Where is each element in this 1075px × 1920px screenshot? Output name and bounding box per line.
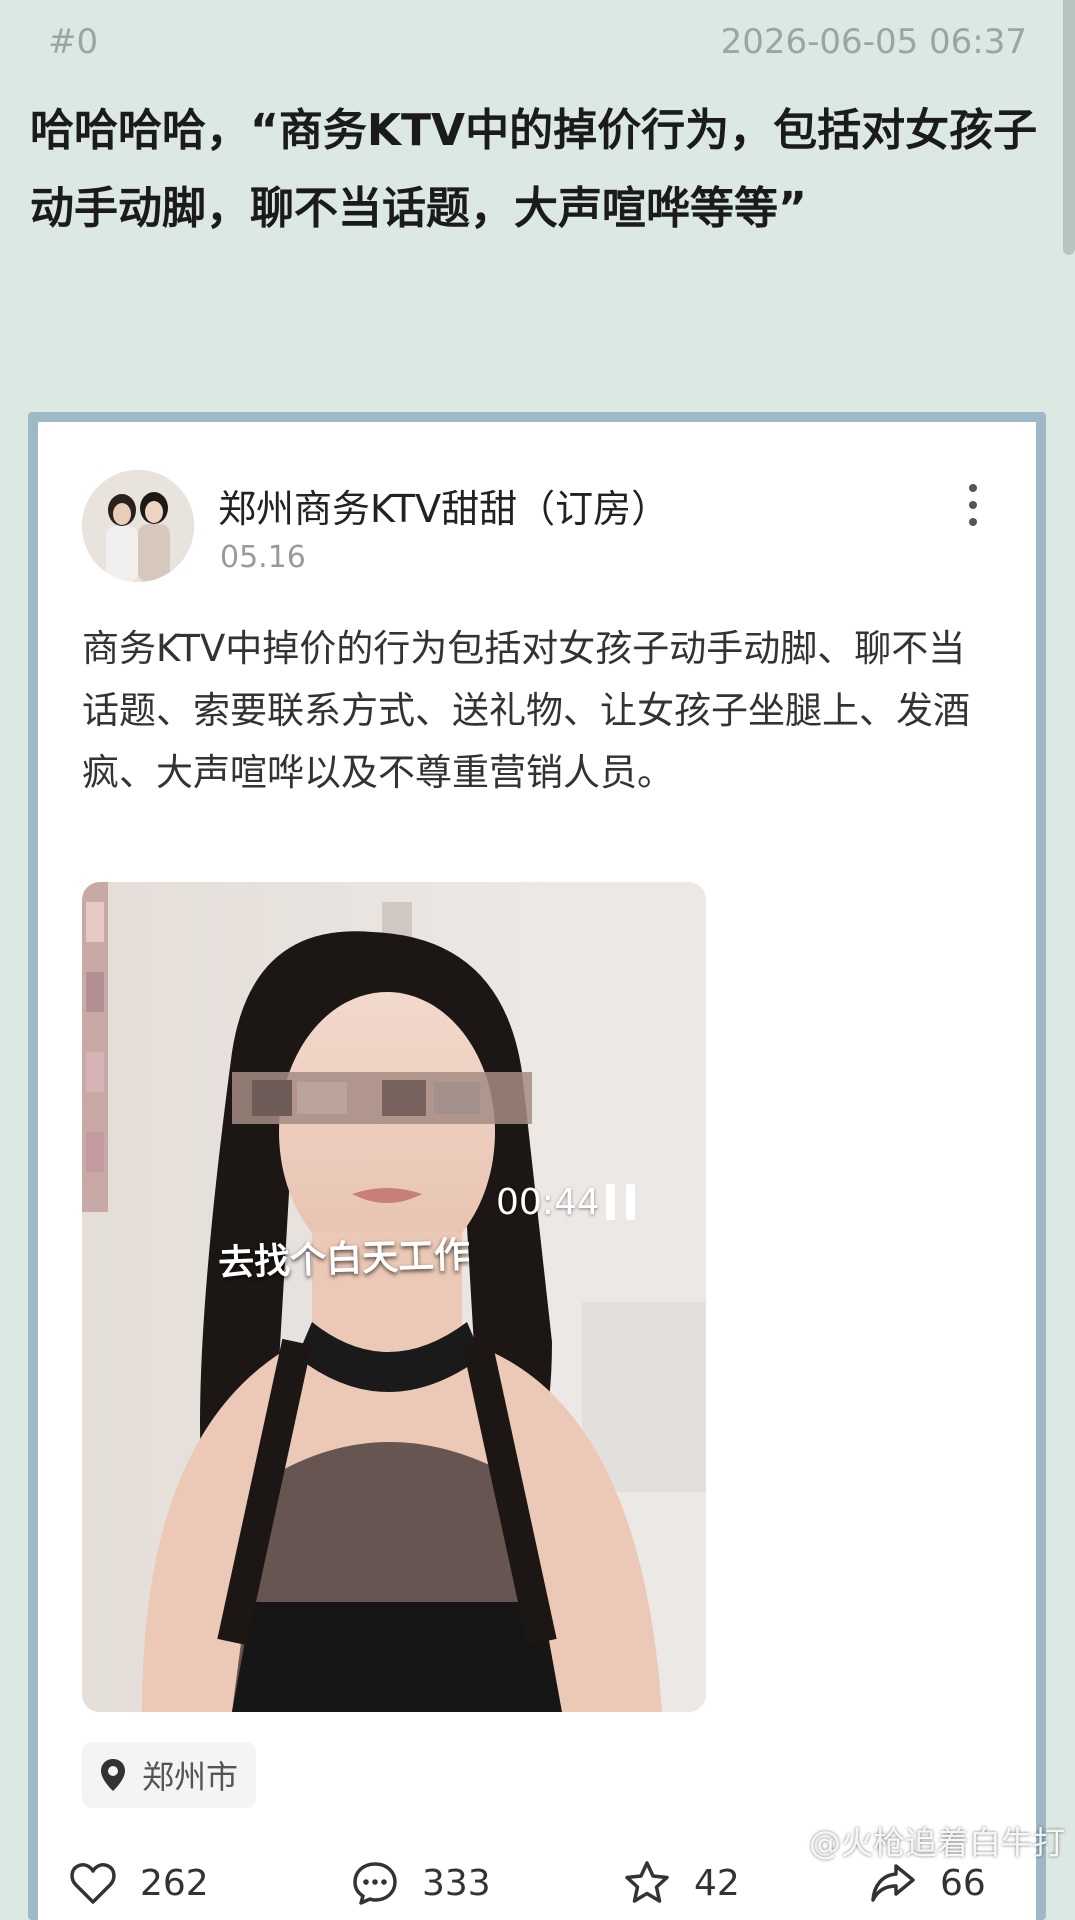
share-icon bbox=[871, 1864, 915, 1902]
comment-button[interactable]: 333 bbox=[350, 1848, 491, 1918]
watermark: @火枪追着白牛打 bbox=[759, 1818, 1065, 1864]
post-timestamp: 2026-06-05 06:37 bbox=[720, 22, 1027, 62]
post-date: 05.16 bbox=[220, 540, 306, 575]
location-pin-icon bbox=[100, 1758, 126, 1792]
video-player[interactable] bbox=[82, 882, 706, 1712]
favorite-button[interactable]: 42 bbox=[622, 1848, 740, 1918]
thread-post-text: 哈哈哈哈，“商务KTV中的掉价行为，包括对女孩子动手动脚，聊不当话题，大声喧哗等… bbox=[30, 105, 1038, 234]
favorite-count: 42 bbox=[694, 1862, 740, 1904]
author-name[interactable]: 郑州商务KTV甜甜（订房） bbox=[218, 478, 669, 533]
watermark-handle: @火枪追着白牛打 bbox=[808, 1824, 1065, 1862]
post-body-text: 商务KTV中掉价的行为包括对女孩子动手动脚、聊不当话题、索要联系方式、送礼物、让… bbox=[82, 627, 970, 794]
like-button[interactable]: 262 bbox=[68, 1848, 209, 1918]
heart-icon bbox=[70, 1863, 116, 1904]
author-avatar[interactable] bbox=[82, 470, 194, 582]
embedded-post-card: 郑州商务KTV甜甜（订房） 05.16 商务KTV中掉价的行为包括对女孩子动手动… bbox=[38, 422, 1036, 1920]
thread-post-header: #0 2026-06-05 06:37 bbox=[0, 0, 1075, 100]
video-thumbnail bbox=[82, 882, 706, 1712]
like-count: 262 bbox=[140, 1862, 209, 1904]
more-vertical-icon[interactable] bbox=[958, 480, 988, 530]
video-elapsed-time: 00:44 bbox=[496, 1182, 600, 1223]
comment-icon bbox=[353, 1862, 397, 1905]
pause-icon[interactable] bbox=[602, 1180, 640, 1224]
location-tag[interactable]: 郑州市 bbox=[82, 1742, 257, 1808]
location-label: 郑州市 bbox=[142, 1758, 239, 1796]
star-icon bbox=[625, 1861, 669, 1903]
comment-count: 333 bbox=[422, 1862, 491, 1904]
share-count: 66 bbox=[940, 1862, 986, 1904]
post-index: #0 bbox=[48, 22, 99, 62]
weibo-logo-icon bbox=[759, 1824, 804, 1858]
video-subtitle: 去找个白天工作 bbox=[217, 1234, 471, 1285]
scrollbar-thumb[interactable] bbox=[1063, 0, 1075, 255]
